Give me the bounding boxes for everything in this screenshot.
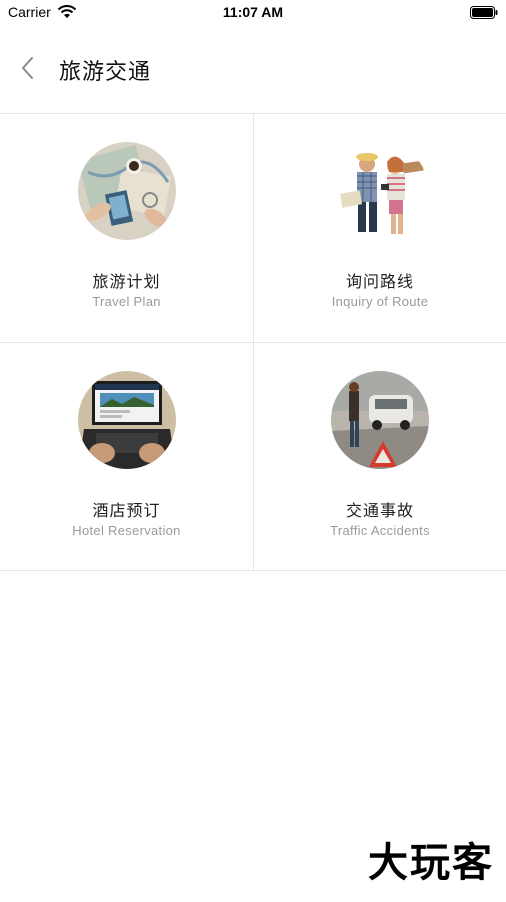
- card-title: 酒店预订: [92, 501, 161, 520]
- back-button[interactable]: [12, 52, 44, 84]
- nav-bar: 旅游交通: [0, 26, 506, 114]
- card-subtitle: Inquiry of Route: [331, 294, 429, 309]
- card-title: 旅游计划: [92, 272, 161, 291]
- status-bar: Carrier 11:07 AM: [0, 0, 506, 26]
- inquiry-route-image: [331, 142, 429, 240]
- card-inquiry-of-route[interactable]: 询问路线 Inquiry of Route: [254, 114, 506, 343]
- card-traffic-accidents[interactable]: 交通事故 Traffic Accidents: [254, 343, 506, 571]
- travel-plan-image: [77, 142, 176, 240]
- screen: Carrier 11:07 AM 旅游交通 旅游计划 Travel Plan 询…: [0, 0, 506, 902]
- back-chevron-icon: [22, 57, 33, 79]
- card-subtitle: Travel Plan: [92, 294, 161, 309]
- category-grid: 旅游计划 Travel Plan 询问路线 Inquiry of Route 酒…: [0, 114, 506, 571]
- card-title: 询问路线: [345, 272, 414, 291]
- page-title: 旅游交通: [59, 60, 152, 85]
- brand-watermark: 大玩客: [368, 839, 494, 886]
- card-subtitle: Hotel Reservation: [72, 523, 181, 538]
- card-title: 交通事故: [345, 501, 414, 520]
- status-time: 11:07 AM: [222, 4, 284, 20]
- card-hotel-reservation[interactable]: 酒店预订 Hotel Reservation: [0, 343, 254, 571]
- hotel-reservation-image: [77, 371, 176, 469]
- battery-icon: [470, 6, 498, 19]
- card-subtitle: Traffic Accidents: [330, 523, 430, 538]
- card-travel-plan[interactable]: 旅游计划 Travel Plan: [0, 114, 254, 343]
- traffic-accidents-image: [331, 371, 429, 469]
